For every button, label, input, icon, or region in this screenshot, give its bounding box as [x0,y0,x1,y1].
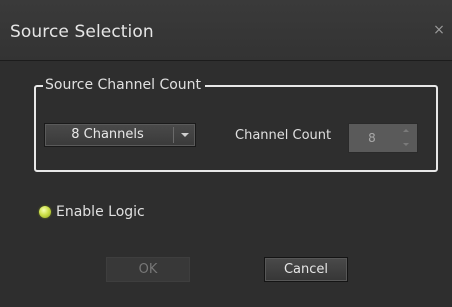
channel-count-value: 8 [368,131,376,145]
cancel-button[interactable]: Cancel [264,257,348,282]
ok-button: OK [106,257,190,282]
close-icon[interactable]: × [432,22,446,38]
spin-down-icon [396,138,416,151]
enable-logic-label[interactable]: Enable Logic [56,202,145,222]
title-bar: Source Selection × [0,0,452,61]
dropdown-separator [173,127,174,143]
channel-count-label: Channel Count [235,128,332,143]
led-indicator-icon[interactable] [39,206,51,218]
dialog-body: Source Channel Count 8 Channels Channel … [0,61,452,307]
dialog-title: Source Selection [10,22,154,42]
channel-count-spinbox: 8 [348,123,418,153]
spin-up-icon [396,125,416,138]
source-selection-dialog: Source Selection × Source Channel Count … [0,0,452,307]
group-legend: Source Channel Count [43,75,206,95]
chevron-down-icon[interactable] [181,133,189,137]
channels-dropdown[interactable]: 8 Channels [44,123,196,147]
channels-dropdown-value: 8 Channels [71,127,144,142]
source-channel-count-group: Source Channel Count 8 Channels Channel … [34,75,438,172]
